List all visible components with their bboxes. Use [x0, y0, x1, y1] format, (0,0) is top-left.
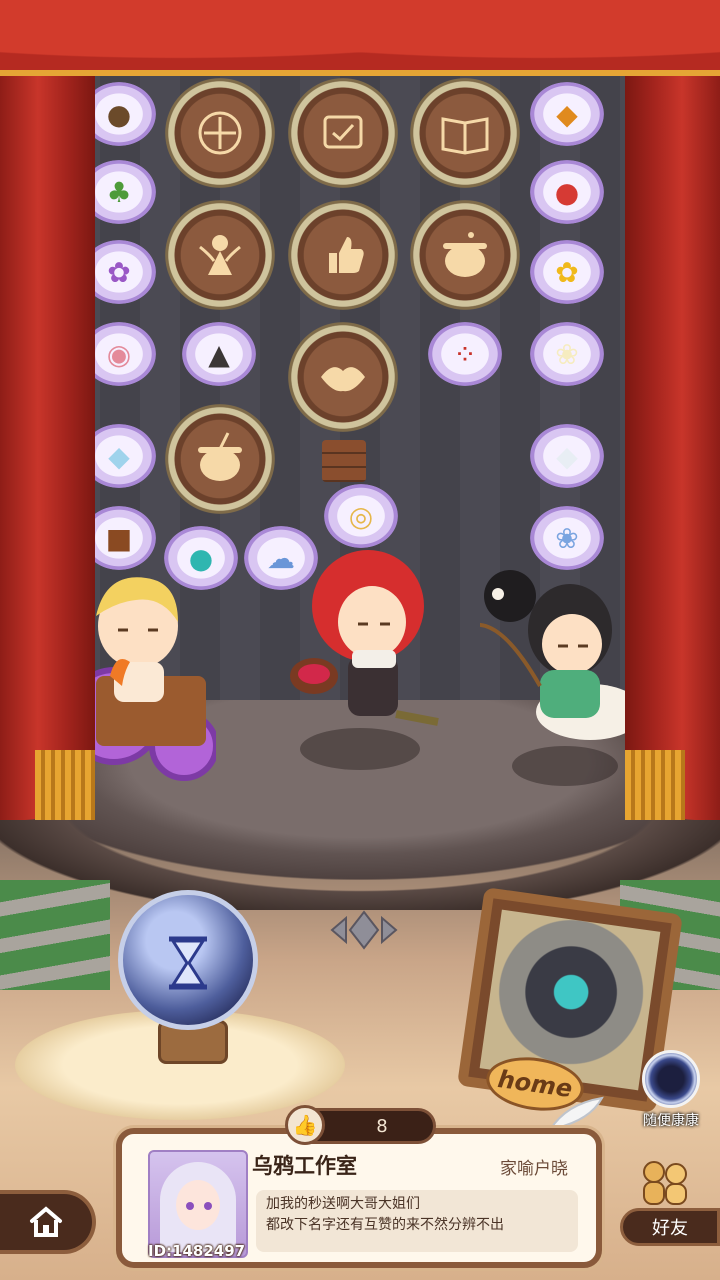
owner-name: 家喻户晓	[500, 1159, 568, 1179]
user-id: ID:1482497	[148, 1242, 246, 1260]
red-fruit-icon[interactable]: ●	[530, 160, 604, 224]
cauldron-slot[interactable]	[165, 404, 275, 514]
fairy-slot[interactable]	[165, 200, 275, 310]
curtain-fringe	[625, 750, 685, 820]
portal-icon	[642, 1050, 700, 1108]
random-visit-label: 随便康康	[643, 1113, 699, 1129]
friends-label: 好友	[620, 1208, 720, 1246]
thumbs-up-slot[interactable]	[288, 200, 398, 310]
mirror-icon[interactable]: ◎	[324, 484, 398, 548]
red-seeds-icon[interactable]: ⁘	[428, 322, 502, 386]
book-slot[interactable]	[410, 78, 520, 188]
dark-shard-icon[interactable]: ▲	[182, 322, 256, 386]
thumbs-up-icon[interactable]: 👍	[285, 1105, 325, 1145]
cauldron-slot[interactable]	[410, 200, 520, 310]
left-curtain	[0, 40, 95, 820]
random-visit-button[interactable]: 随便康康	[636, 1050, 706, 1130]
message-line-2: 都改下名字还有互赞的来不然分辨不出	[266, 1217, 504, 1233]
ornament-slot[interactable]	[165, 78, 275, 188]
right-curtain	[625, 40, 720, 820]
hourglass-crystal-ball[interactable]	[118, 890, 258, 1030]
friends-button[interactable]: 好友	[620, 1152, 720, 1248]
white-lily-icon[interactable]: ❀	[530, 322, 604, 386]
hourglass-icon	[169, 936, 207, 990]
home-button[interactable]	[0, 1190, 96, 1254]
amber-stone-icon[interactable]: ◆	[530, 82, 604, 146]
stage-emblem	[324, 908, 404, 952]
blue-flower-icon[interactable]: ❀	[530, 506, 604, 570]
profile-message: 加我的秒送啊大哥大姐们 都改下名字还有互赞的来不然分辨不出	[256, 1190, 578, 1252]
curtain-fringe	[35, 750, 95, 820]
top-valance-curtain	[0, 0, 720, 76]
left-stairs	[0, 880, 110, 990]
golden-flower-icon[interactable]: ✿	[530, 240, 604, 304]
profile-panel: ID:1482497 乌鸦工作室 家喻户晓 加我的秒送啊大哥大姐们 都改下名字还…	[116, 1128, 602, 1268]
lips-slot[interactable]	[288, 322, 398, 432]
like-count: 8	[376, 1115, 388, 1137]
message-line-1: 加我的秒送啊大哥大姐们	[266, 1196, 420, 1212]
like-counter[interactable]: 👍 8	[285, 1105, 436, 1145]
house-icon	[30, 1206, 62, 1237]
studio-name: 乌鸦工作室	[252, 1154, 357, 1178]
white-rock-icon[interactable]: ◆	[530, 424, 604, 488]
red-hair-character[interactable]	[288, 546, 448, 746]
wooden-plank-stack	[322, 440, 366, 482]
scroll-certificate-slot[interactable]	[288, 78, 398, 188]
